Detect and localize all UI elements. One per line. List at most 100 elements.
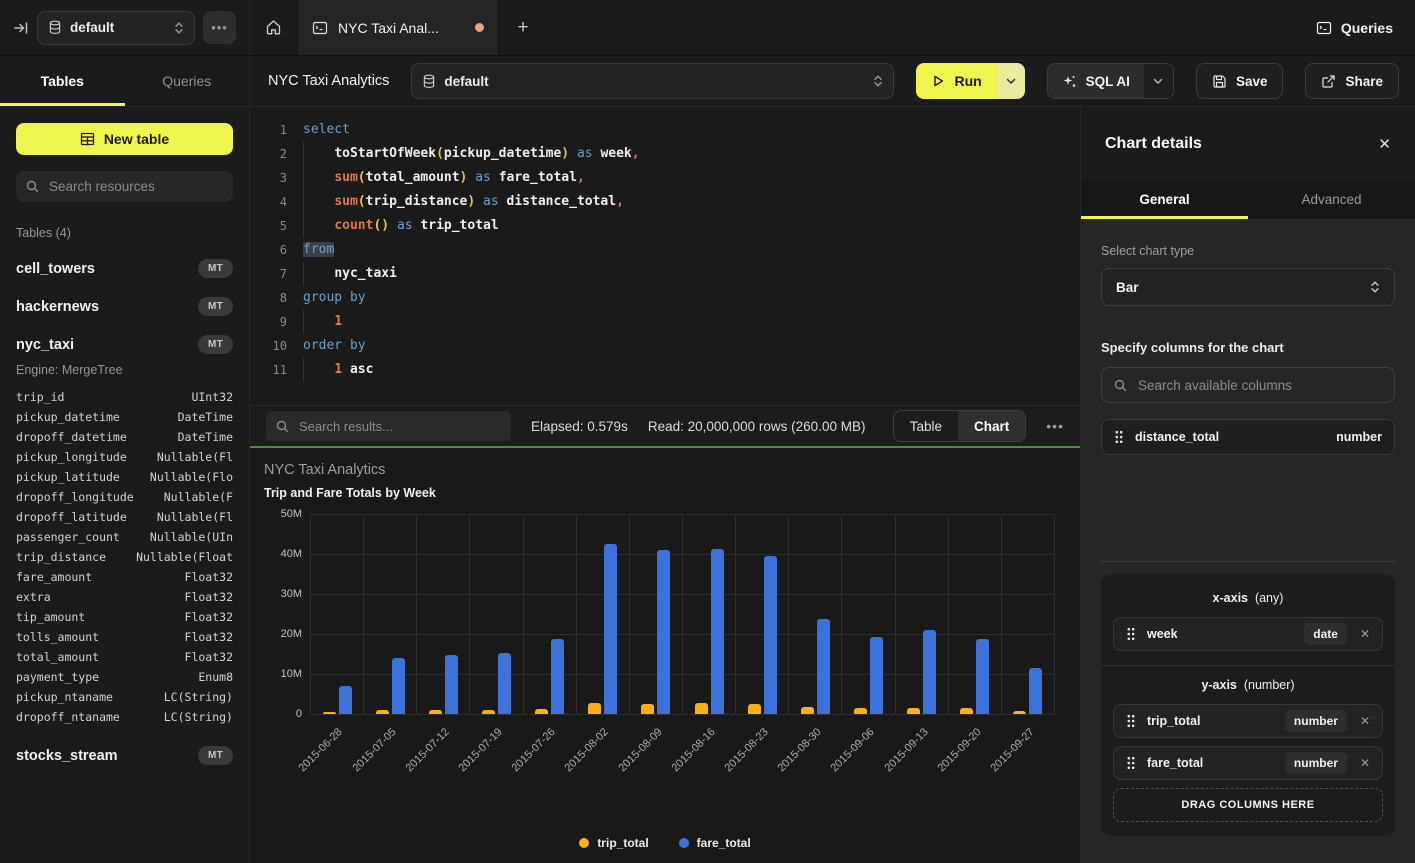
tab-nyc-taxi-analytics[interactable]: NYC Taxi Anal... bbox=[297, 0, 499, 55]
bar-trip_total[interactable] bbox=[641, 704, 654, 714]
remove-column-icon[interactable]: ✕ bbox=[1360, 756, 1370, 770]
bar-fare_total[interactable] bbox=[392, 658, 405, 714]
bar-fare_total[interactable] bbox=[817, 619, 830, 714]
run-button[interactable]: Run bbox=[916, 63, 997, 99]
remove-column-icon[interactable]: ✕ bbox=[1360, 714, 1370, 728]
sidebar-tabs: TablesQueries bbox=[0, 56, 250, 106]
new-tab-button[interactable]: + bbox=[499, 0, 547, 55]
column-type: LC(String) bbox=[164, 687, 233, 707]
line-number: 1 bbox=[250, 118, 303, 142]
drag-handle-icon[interactable] bbox=[1114, 430, 1124, 444]
bar-fare_total[interactable] bbox=[498, 653, 511, 714]
sidebar-tab-queries[interactable]: Queries bbox=[125, 56, 250, 106]
search-results-box[interactable] bbox=[266, 411, 511, 441]
table-row-cell_towers[interactable]: cell_towersMT bbox=[16, 259, 233, 278]
bar-trip_total[interactable] bbox=[695, 703, 708, 714]
bar-fare_total[interactable] bbox=[711, 549, 724, 714]
bar-fare_total[interactable] bbox=[445, 655, 458, 714]
query-database-selector[interactable]: default bbox=[411, 63, 894, 99]
new-table-button[interactable]: New table bbox=[16, 123, 233, 155]
search-resources-input[interactable] bbox=[47, 178, 223, 195]
column-type: Nullable(Float bbox=[136, 547, 233, 567]
drag-handle-icon[interactable] bbox=[1126, 627, 1136, 641]
column-row: fare_amountFloat32 bbox=[16, 567, 233, 587]
code-text: 1 bbox=[303, 310, 1080, 334]
bar-fare_total[interactable] bbox=[976, 639, 989, 714]
save-button[interactable]: Save bbox=[1196, 63, 1284, 99]
bar-fare_total[interactable] bbox=[604, 544, 617, 714]
column-chip-distance_total[interactable]: distance_totalnumber bbox=[1101, 419, 1395, 455]
chart-bar-group bbox=[577, 514, 630, 714]
search-resources-box[interactable] bbox=[16, 171, 233, 202]
bar-trip_total[interactable] bbox=[801, 707, 814, 714]
column-chip-trip_total[interactable]: trip_totalnumber✕ bbox=[1113, 704, 1383, 738]
available-columns-list: distance_totalnumber bbox=[1101, 403, 1395, 455]
results-more-button[interactable]: ••• bbox=[1046, 418, 1064, 434]
column-chip-week[interactable]: weekdate✕ bbox=[1113, 617, 1383, 651]
search-columns-input[interactable] bbox=[1136, 377, 1382, 394]
column-name: dropoff_ntaname bbox=[16, 707, 120, 727]
legend-item-trip_total[interactable]: trip_total bbox=[579, 836, 648, 850]
column-name: dropoff_datetime bbox=[16, 427, 127, 447]
bar-fare_total[interactable] bbox=[339, 686, 352, 714]
close-icon[interactable]: ✕ bbox=[1378, 135, 1391, 153]
run-options-caret[interactable] bbox=[998, 63, 1025, 99]
queries-button[interactable]: Queries bbox=[1316, 20, 1393, 36]
table-row-stocks_stream[interactable]: stocks_streamMT bbox=[16, 746, 233, 765]
play-icon bbox=[932, 74, 945, 88]
line-number: 3 bbox=[250, 166, 303, 190]
column-row: pickup_ntanameLC(String) bbox=[16, 687, 233, 707]
query-database-value: default bbox=[444, 74, 865, 89]
sql-editor[interactable]: 1select2 toStartOfWeek(pickup_datetime) … bbox=[250, 107, 1080, 405]
legend-item-fare_total[interactable]: fare_total bbox=[679, 836, 751, 850]
table-row-nyc_taxi[interactable]: nyc_taxiMT bbox=[16, 335, 233, 354]
database-selector[interactable]: default bbox=[37, 11, 195, 45]
collapse-sidebar-icon[interactable] bbox=[13, 20, 29, 36]
bar-fare_total[interactable] bbox=[764, 556, 777, 714]
view-toggle-table[interactable]: Table bbox=[894, 411, 958, 441]
bar-trip_total[interactable] bbox=[748, 704, 761, 714]
bar-fare_total[interactable] bbox=[923, 630, 936, 714]
engine-badge: MT bbox=[198, 746, 233, 765]
chart-details-tab-general[interactable]: General bbox=[1081, 180, 1248, 219]
chart-type-select[interactable]: Bar bbox=[1101, 268, 1395, 306]
drag-columns-dropzone[interactable]: DRAG COLUMNS HERE bbox=[1113, 788, 1383, 822]
line-number: 9 bbox=[250, 310, 303, 334]
bar-trip_total[interactable] bbox=[588, 703, 601, 714]
sidebar-more-button[interactable]: ••• bbox=[203, 11, 236, 44]
bar-fare_total[interactable] bbox=[657, 550, 670, 714]
drag-handle-icon[interactable] bbox=[1126, 756, 1136, 770]
elapsed-stat: Elapsed: 0.579s bbox=[531, 419, 628, 434]
x-axis-tick: 2015-08-02 bbox=[563, 726, 611, 774]
sql-ai-caret[interactable] bbox=[1144, 64, 1173, 98]
topbar-left-section: default ••• bbox=[0, 0, 250, 55]
table-engine-label: Engine: MergeTree bbox=[16, 363, 233, 377]
home-button[interactable] bbox=[250, 0, 297, 55]
engine-badge: MT bbox=[198, 297, 233, 316]
search-results-input[interactable] bbox=[297, 418, 501, 435]
bar-fare_total[interactable] bbox=[1029, 668, 1042, 714]
chart-title: NYC Taxi Analytics bbox=[264, 462, 1069, 478]
bar-fare_total[interactable] bbox=[870, 637, 883, 714]
chart-details-header: Chart details ✕ bbox=[1081, 107, 1415, 180]
column-name: dropoff_longitude bbox=[16, 487, 134, 507]
sidebar-tab-tables[interactable]: Tables bbox=[0, 56, 125, 106]
x-axis-tick: 2015-07-19 bbox=[456, 726, 504, 774]
sql-ai-button[interactable]: SQL AI bbox=[1048, 64, 1144, 98]
view-toggle-chart[interactable]: Chart bbox=[958, 411, 1025, 441]
specify-columns-label: Specify columns for the chart bbox=[1101, 340, 1395, 355]
column-type: Float32 bbox=[185, 567, 233, 587]
share-button[interactable]: Share bbox=[1305, 63, 1399, 99]
code-text: from bbox=[303, 238, 1080, 262]
drag-handle-icon[interactable] bbox=[1126, 714, 1136, 728]
column-type: Nullable(Fl bbox=[157, 507, 233, 527]
search-columns-box[interactable] bbox=[1101, 367, 1395, 403]
table-name: nyc_taxi bbox=[16, 337, 74, 353]
x-axis-tick: 2015-07-12 bbox=[403, 726, 451, 774]
bar-fare_total[interactable] bbox=[551, 639, 564, 714]
table-row-hackernews[interactable]: hackernewsMT bbox=[16, 297, 233, 316]
code-text: group by bbox=[303, 286, 1080, 310]
column-chip-fare_total[interactable]: fare_totalnumber✕ bbox=[1113, 746, 1383, 780]
remove-column-icon[interactable]: ✕ bbox=[1360, 627, 1370, 641]
chart-details-tab-advanced[interactable]: Advanced bbox=[1248, 180, 1415, 219]
